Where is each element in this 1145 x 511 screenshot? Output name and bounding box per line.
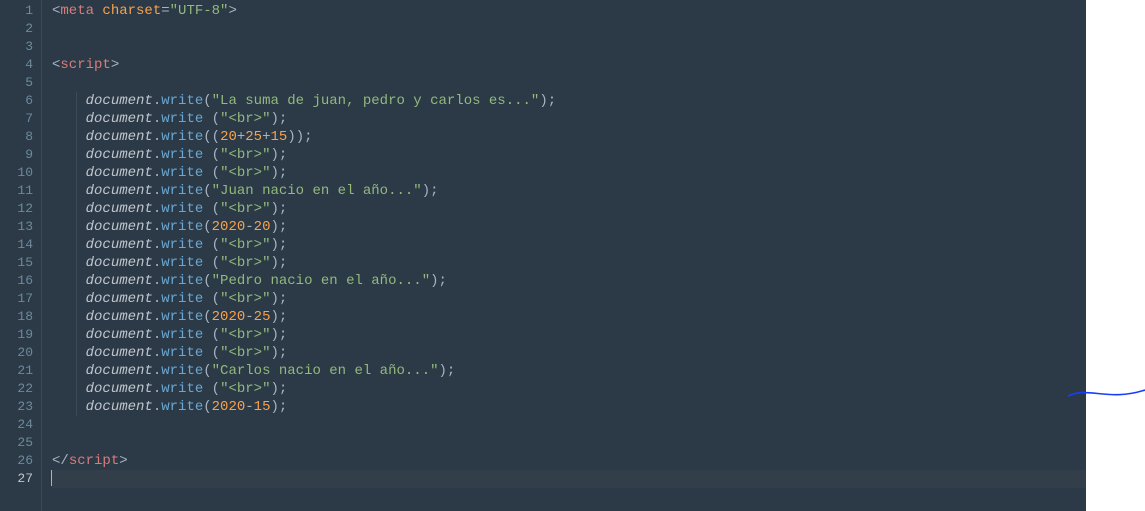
code-line[interactable]: document.write ("<br>"); — [52, 200, 1086, 218]
line-number: 21 — [0, 362, 41, 380]
line-number: 8 — [0, 128, 41, 146]
line-number: 20 — [0, 344, 41, 362]
line-number: 12 — [0, 200, 41, 218]
code-editor[interactable]: 1234567891011121314151617181920212223242… — [0, 0, 1086, 511]
line-number: 23 — [0, 398, 41, 416]
line-number: 2 — [0, 20, 41, 38]
code-line[interactable] — [52, 20, 1086, 38]
code-line[interactable]: document.write("La suma de juan, pedro y… — [52, 92, 1086, 110]
code-line[interactable]: document.write("Juan nacio en el año..."… — [52, 182, 1086, 200]
line-number: 6 — [0, 92, 41, 110]
code-line[interactable]: document.write ("<br>"); — [52, 326, 1086, 344]
code-line[interactable]: document.write ("<br>"); — [52, 290, 1086, 308]
line-number: 16 — [0, 272, 41, 290]
line-number: 19 — [0, 326, 41, 344]
code-line[interactable] — [52, 38, 1086, 56]
code-line[interactable]: document.write("Pedro nacio en el año...… — [52, 272, 1086, 290]
code-line[interactable]: document.write((20+25+15)); — [52, 128, 1086, 146]
line-number: 4 — [0, 56, 41, 74]
code-line[interactable]: document.write(2020-15); — [52, 398, 1086, 416]
line-number: 27 — [0, 470, 41, 488]
line-number: 13 — [0, 218, 41, 236]
line-number: 18 — [0, 308, 41, 326]
cursor — [51, 470, 52, 486]
annotation-squiggle — [1068, 384, 1145, 404]
code-line[interactable] — [52, 470, 1086, 488]
code-line[interactable]: document.write ("<br>"); — [52, 380, 1086, 398]
code-line[interactable]: document.write(2020-20); — [52, 218, 1086, 236]
code-line[interactable]: document.write ("<br>"); — [52, 164, 1086, 182]
line-number: 3 — [0, 38, 41, 56]
code-line[interactable] — [52, 74, 1086, 92]
line-number: 9 — [0, 146, 41, 164]
line-number: 26 — [0, 452, 41, 470]
code-line[interactable]: <script> — [52, 56, 1086, 74]
line-number-gutter: 1234567891011121314151617181920212223242… — [0, 0, 42, 511]
line-number: 7 — [0, 110, 41, 128]
code-line[interactable] — [52, 416, 1086, 434]
code-line[interactable]: </script> — [52, 452, 1086, 470]
line-number: 15 — [0, 254, 41, 272]
code-line[interactable]: document.write ("<br>"); — [52, 236, 1086, 254]
line-number: 1 — [0, 2, 41, 20]
code-line[interactable]: <meta charset="UTF-8"> — [52, 2, 1086, 20]
line-number: 25 — [0, 434, 41, 452]
line-number: 14 — [0, 236, 41, 254]
code-line[interactable] — [52, 434, 1086, 452]
code-area[interactable]: <meta charset="UTF-8"> <script> document.… — [42, 0, 1086, 511]
line-number: 5 — [0, 74, 41, 92]
code-line[interactable]: document.write ("<br>"); — [52, 344, 1086, 362]
code-line[interactable]: document.write ("<br>"); — [52, 110, 1086, 128]
code-line[interactable]: document.write ("<br>"); — [52, 254, 1086, 272]
line-number: 22 — [0, 380, 41, 398]
line-number: 10 — [0, 164, 41, 182]
code-line[interactable]: document.write("Carlos nacio en el año..… — [52, 362, 1086, 380]
line-number: 17 — [0, 290, 41, 308]
line-number: 24 — [0, 416, 41, 434]
code-line[interactable]: document.write ("<br>"); — [52, 146, 1086, 164]
right-margin — [1086, 0, 1145, 511]
code-line[interactable]: document.write(2020-25); — [52, 308, 1086, 326]
line-number: 11 — [0, 182, 41, 200]
